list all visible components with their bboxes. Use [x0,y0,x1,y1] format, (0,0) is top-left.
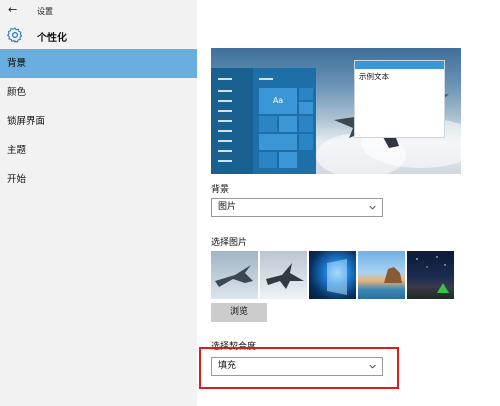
background-label: 背景 [211,185,230,195]
sidebar-item-background[interactable]: 背景 [0,49,197,78]
sample-window-titlebar [355,61,444,69]
sidebar-item-themes[interactable]: 主题 [0,136,197,165]
sample-text: 示例文本 [359,72,389,81]
list-line [218,100,232,102]
tile [259,152,277,168]
background-dropdown-value: 图片 [218,202,237,212]
picture-thumbnails [211,251,455,299]
tile-group-title [259,78,273,80]
jet-icon [266,263,304,289]
sidebar-nav: 背景 颜色 锁屏界面 主题 开始 [0,49,197,194]
tile [299,88,313,100]
title-bar: ← 设置 [0,0,197,22]
tile [279,152,297,168]
tile [279,116,297,132]
thumbnail-windows[interactable] [309,251,356,299]
browse-button[interactable]: 浏览 [211,303,267,322]
list-line [218,110,232,112]
list-line [218,90,232,92]
list-line [218,160,232,162]
sidebar-item-lock-screen[interactable]: 锁屏界面 [0,107,197,136]
start-list-column [211,68,253,174]
sidebar-item-start[interactable]: 开始 [0,165,197,194]
thumbnail-night-sky[interactable] [407,251,454,299]
thumbnail-jet-1[interactable] [211,251,258,299]
main-content: Aa 示例文本 背景 图片 选择图片 浏览 选择契合度 填充 [197,0,500,406]
tile [259,134,297,150]
tile [259,116,277,132]
list-line [218,150,232,152]
thumbnail-beach[interactable] [358,251,405,299]
page-header: 个性化 [0,24,197,48]
list-line [218,78,232,80]
windows-logo-icon [327,259,347,295]
tile [299,116,313,132]
tile-aa: Aa [259,88,297,114]
list-line [218,130,232,132]
chevron-down-icon [369,205,376,210]
jet-icon [215,265,253,287]
desktop-preview: Aa 示例文本 [211,48,461,174]
choose-picture-label: 选择图片 [211,238,248,248]
tile [299,134,313,150]
rock-arch-icon [384,267,402,283]
thumbnail-jet-2[interactable] [260,251,307,299]
list-line [218,140,232,142]
back-arrow-icon[interactable]: ← [8,3,22,17]
app-title: 设置 [37,7,53,16]
start-menu-preview: Aa [211,68,316,174]
tile [299,102,313,114]
page-title: 个性化 [37,33,67,44]
sidebar: ← 设置 个性化 背景 颜色 锁屏界面 主题 开始 [0,0,197,406]
list-line [218,120,232,122]
sidebar-item-colors[interactable]: 颜色 [0,78,197,107]
gear-icon [7,27,23,43]
background-dropdown[interactable]: 图片 [211,198,383,217]
sample-window: 示例文本 [354,60,445,138]
highlight-box [199,347,399,389]
tent-icon [416,256,449,293]
